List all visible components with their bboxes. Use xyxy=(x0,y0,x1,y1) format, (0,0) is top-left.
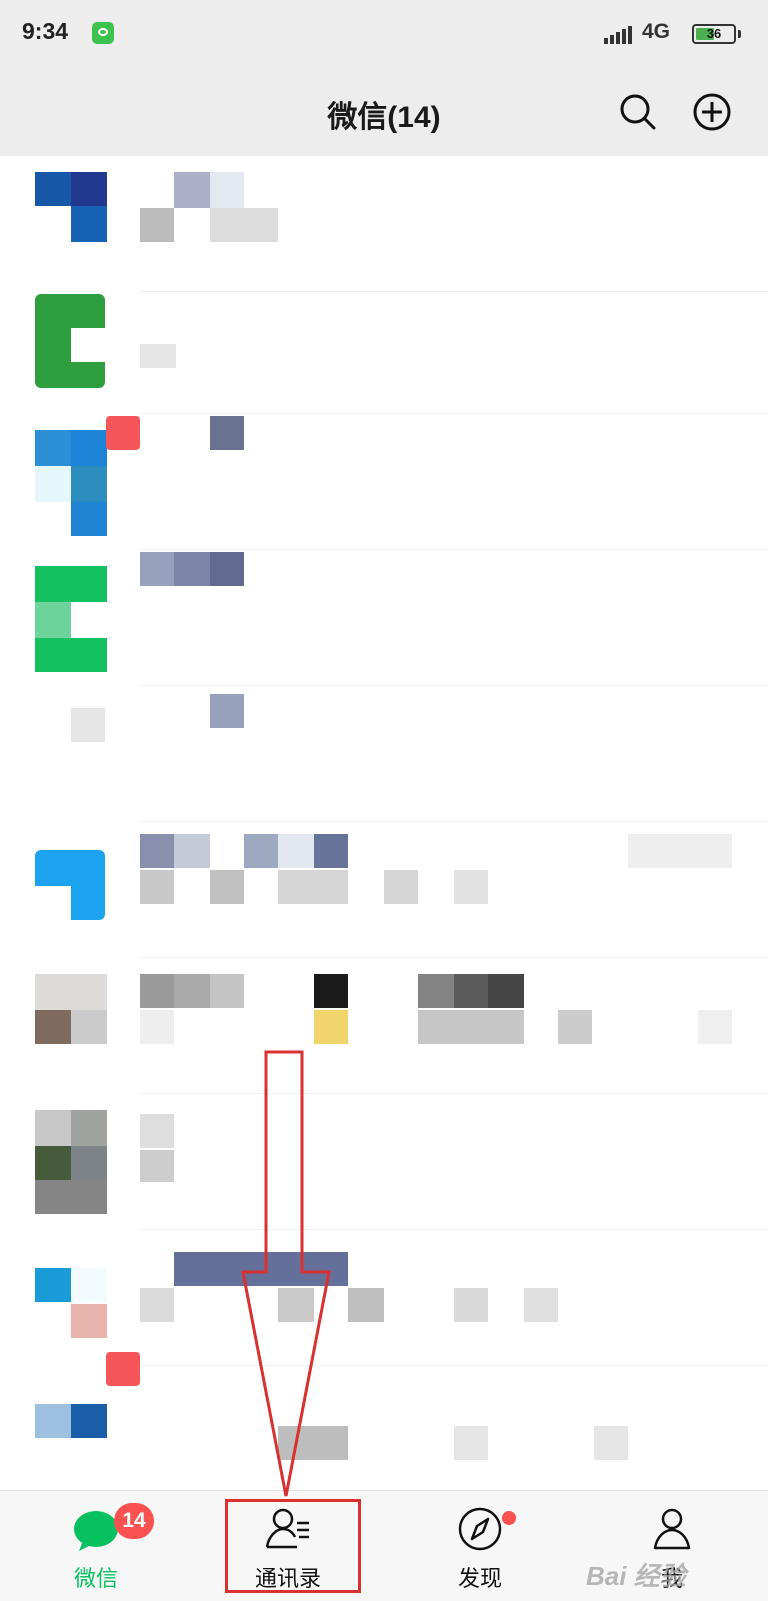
chat-list-item[interactable] xyxy=(0,1094,768,1230)
plus-circle-icon xyxy=(693,93,731,131)
chat-list-item[interactable] xyxy=(0,414,768,550)
avatar xyxy=(35,294,107,394)
tab-discover[interactable]: 发现 xyxy=(384,1491,576,1601)
avatar xyxy=(35,172,107,272)
avatar xyxy=(35,566,107,672)
app-header: 微信(14) xyxy=(0,68,768,156)
chat-list[interactable] xyxy=(0,156,768,1490)
chat-list-item[interactable] xyxy=(0,1352,768,1490)
tab-chats[interactable]: 14 微信 xyxy=(0,1491,192,1601)
avatar xyxy=(35,430,107,536)
add-button[interactable] xyxy=(690,90,734,134)
avatar xyxy=(35,1382,107,1482)
chat-list-item[interactable] xyxy=(0,156,768,292)
search-button[interactable] xyxy=(616,90,660,134)
compass-icon xyxy=(458,1507,502,1551)
avatar xyxy=(35,1246,107,1346)
notification-dot xyxy=(502,1511,516,1525)
annotation-arrow xyxy=(241,1050,331,1497)
status-bar: 9:34 4G 36 xyxy=(0,0,768,68)
tab-label: 发现 xyxy=(457,1566,502,1591)
battery-icon: 36 xyxy=(692,24,736,44)
battery-level: 36 xyxy=(706,26,722,41)
chat-list-item[interactable] xyxy=(0,958,768,1094)
status-time: 9:34 xyxy=(22,18,69,44)
network-type: 4G xyxy=(642,20,671,43)
search-icon xyxy=(620,94,656,130)
chat-list-item[interactable] xyxy=(0,278,768,414)
avatar xyxy=(35,702,107,802)
chat-bubble-icon xyxy=(74,1511,118,1551)
battery-tip xyxy=(738,30,741,38)
avatar xyxy=(35,1110,107,1214)
unread-badge: 14 xyxy=(114,1503,154,1539)
chat-list-item[interactable] xyxy=(0,550,768,686)
chat-list-item[interactable] xyxy=(0,822,768,958)
app-notification-icon xyxy=(92,22,114,44)
avatar xyxy=(35,838,107,938)
person-icon xyxy=(653,1508,691,1550)
annotation-highlight-box xyxy=(225,1499,361,1593)
chat-list-item[interactable] xyxy=(0,686,768,822)
tab-label: 微信 xyxy=(73,1566,118,1591)
avatar xyxy=(35,974,107,1074)
watermark: Bai 经验 xyxy=(586,1561,686,1591)
signal-icon xyxy=(604,24,634,44)
chat-list-item[interactable] xyxy=(0,1230,768,1366)
